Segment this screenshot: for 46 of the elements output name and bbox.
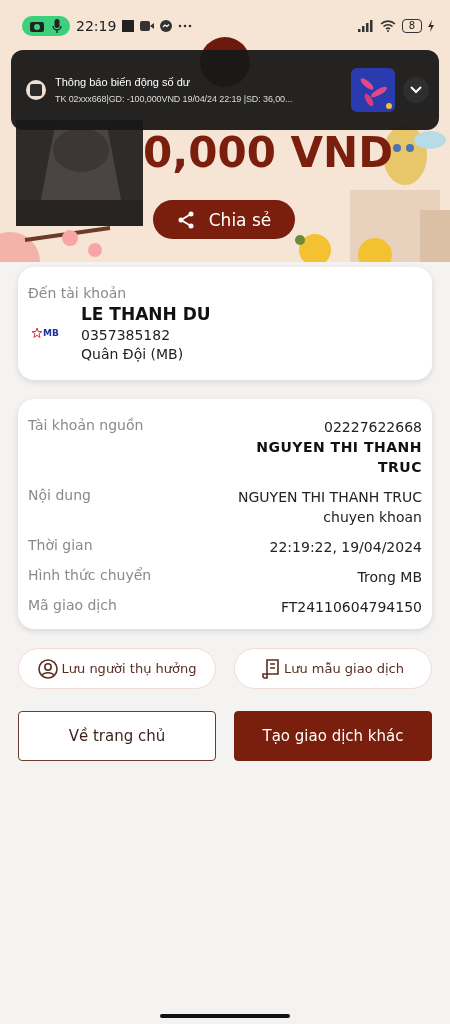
chat-icon [160,20,173,32]
clock-time: 22:19 [76,18,117,34]
save-button[interactable]: Lưu người thụ hưởng [18,648,216,689]
flower-drawing [0,232,40,262]
account-number: 0357385182 [81,327,172,343]
detail-value: 22:19:22, 19/04/2024 [269,538,422,557]
user-icon [37,658,58,679]
charging-icon [428,20,434,32]
notification-banner[interactable]: Thông báo biến động số dư TK 02xxx668|GD: -100,000VND 19/04/24 22:19 |SD: 36,00... [11,50,439,130]
camera-icon [30,20,44,32]
notification-title: Thông báo biến động số dư [55,76,191,88]
expand-button[interactable] [403,77,429,103]
save-button[interactable]: Lưu mẫu giao dịch [234,648,432,689]
detail-value: Trong MB [357,568,422,587]
wifi-icon [379,20,396,32]
detail-label: Tài khoản nguồn [28,417,144,433]
video-icon [140,21,155,31]
detail-label: Thời gian [28,537,93,553]
flower-drawing [358,238,392,262]
microphone-icon [52,19,62,33]
app-icon [25,79,47,101]
signal-icon [357,20,374,32]
detail-label: Nội dung [28,487,91,503]
detail-label: Hình thức chuyển [28,567,152,583]
recipient-label: Đến tài khoản [28,285,127,301]
document-icon [262,658,280,679]
detail-value: NGUYEN THI THANH TRUC chuyen khoan [237,488,422,527]
share-icon [176,210,195,229]
recipient-name: LE THANH DU [81,304,211,324]
detail-value: 02227622668 [324,418,422,437]
account-holder-name: NGUYEN THI THANH TRUC [255,438,422,477]
detail-value: FT24110604794150 [280,598,422,617]
new-transaction-button[interactable]: Tạo giao dịch khác [234,711,432,761]
more-icon [178,24,193,28]
chevron-down-icon [410,86,422,94]
square-icon [122,20,135,32]
battery-level: 8 [401,19,422,33]
star-icon [32,328,42,338]
bank-name: Quân Đội (MB) [81,346,185,362]
flower-drawing [295,234,331,262]
share-button[interactable]: Chia sẻ [153,200,295,239]
bank-logo: MB [28,328,81,338]
amount-text: 0,000 VND [143,128,393,177]
home-button[interactable]: Về trang chủ [18,711,216,761]
detail-label: Mã giao dịch [28,597,117,613]
notification-text: TK 02xxx668|GD: -100,000VND 19/04/24 22:19 |SD: 36,00... [55,94,293,104]
